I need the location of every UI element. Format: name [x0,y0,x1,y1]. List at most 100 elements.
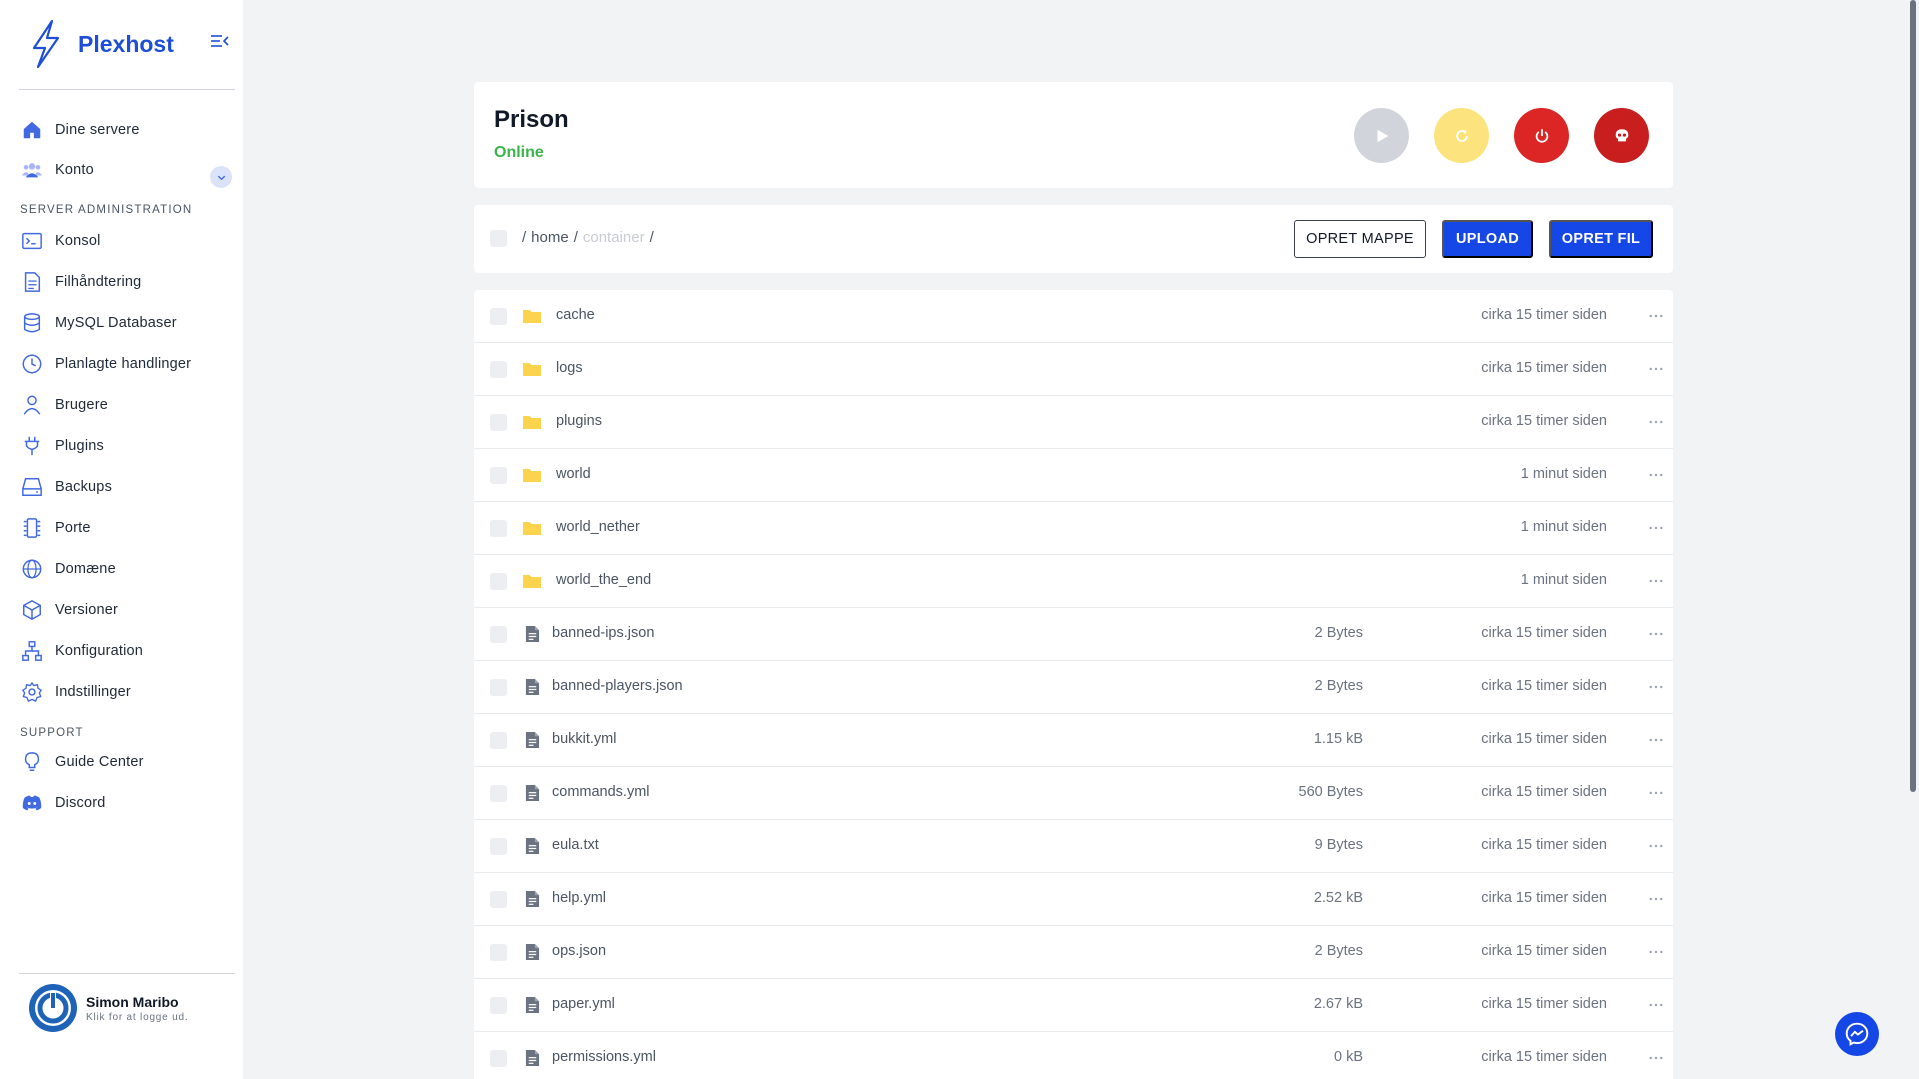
nav-item-versioner[interactable]: Versioner [20,594,235,626]
page-scrollbar-thumb[interactable] [1910,0,1916,792]
row-checkbox[interactable] [490,838,507,855]
row-checkbox[interactable] [490,1050,507,1067]
more-options-icon[interactable] [1646,467,1666,483]
row-checkbox[interactable] [490,997,507,1014]
file-size: 2.52 kB [1313,890,1363,906]
nav-item-discord[interactable]: Discord [20,787,235,819]
more-options-icon[interactable] [1646,891,1666,907]
file-name[interactable]: paper.yml [552,996,615,1012]
file-name[interactable]: banned-players.json [552,678,683,694]
start-server-button[interactable] [1354,108,1409,163]
more-options-icon[interactable] [1646,679,1666,695]
row-checkbox[interactable] [490,626,507,643]
messenger-chat-button[interactable] [1835,1012,1879,1056]
nav-label: Plugins [55,438,104,454]
file-row[interactable]: banned-ips.json 2 Bytes cirka 15 timer sid… [474,608,1673,661]
nav-item-guide-center[interactable]: Guide Center [20,746,235,778]
file-name[interactable]: eula.txt [552,837,599,853]
row-checkbox[interactable] [490,679,507,696]
file-row[interactable]: help.yml 2.52 kB cirka 15 timer siden [474,873,1673,926]
row-checkbox[interactable] [490,361,507,378]
file-row[interactable]: plugins cirka 15 timer siden [474,396,1673,449]
file-row[interactable]: bukkit.yml 1.15 kB cirka 15 timer siden [474,714,1673,767]
nav-item-mysql-databaser[interactable]: MySQL Databaser [20,307,235,339]
more-options-icon[interactable] [1646,626,1666,642]
file-name[interactable]: cache [556,307,595,323]
row-checkbox[interactable] [490,467,507,484]
file-name[interactable]: plugins [556,413,602,429]
nav-label: Konfiguration [55,643,144,659]
more-options-icon[interactable] [1646,838,1666,854]
file-row[interactable]: permissions.yml 0 kB cirka 15 timer siden [474,1032,1673,1079]
more-options-icon[interactable] [1646,944,1666,960]
more-options-icon[interactable] [1646,785,1666,801]
file-modified: cirka 15 timer siden [1481,996,1607,1012]
file-name[interactable]: world [556,466,591,482]
chevron-down-icon[interactable] [210,166,232,188]
file-row[interactable]: paper.yml 2.67 kB cirka 15 timer siden [474,979,1673,1032]
file-name[interactable]: banned-ips.json [552,625,654,641]
home-icon [20,118,44,142]
kill-server-button[interactable] [1594,108,1649,163]
select-all-checkbox[interactable] [490,230,507,247]
file-row[interactable]: world_nether 1 minut siden [474,502,1673,555]
row-checkbox[interactable] [490,891,507,908]
file-name[interactable]: ops.json [552,943,606,959]
row-checkbox[interactable] [490,785,507,802]
nav-item-dine-servere[interactable]: Dine servere [20,114,235,146]
nav-item-planlagte-handlinger[interactable]: Planlagte handlinger [20,348,235,380]
nav-item-porte[interactable]: Porte [20,512,235,544]
row-checkbox[interactable] [490,308,507,325]
file-name[interactable]: logs [556,360,583,376]
file-row[interactable]: banned-players.json 2 Bytes cirka 15 timer… [474,661,1673,714]
upload-button[interactable]: UPLOAD [1442,220,1533,258]
file-name[interactable]: world_nether [556,519,640,535]
breadcrumb-home[interactable]: home [531,229,569,246]
create-file-button[interactable]: OPRET FIL [1549,220,1653,258]
file-row[interactable]: cache cirka 15 timer siden [474,290,1673,343]
breadcrumb-container[interactable]: container [583,229,645,246]
file-row[interactable]: ops.json 2 Bytes cirka 15 timer siden [474,926,1673,979]
restart-server-button[interactable] [1434,108,1489,163]
stop-server-button[interactable] [1514,108,1569,163]
file-name[interactable]: permissions.yml [552,1049,656,1065]
create-folder-button[interactable]: OPRET MAPPE [1294,220,1426,258]
row-checkbox[interactable] [490,520,507,537]
file-name[interactable]: world_the_end [556,572,651,588]
file-row[interactable]: logs cirka 15 timer siden [474,343,1673,396]
nav-item-filhandtering[interactable]: Filhåndtering [20,266,235,298]
file-name[interactable]: bukkit.yml [552,731,616,747]
nav-label: Konto [55,162,94,178]
nav-item-plugins[interactable]: Plugins [20,430,235,462]
more-options-icon[interactable] [1646,1050,1666,1066]
more-options-icon[interactable] [1646,997,1666,1013]
user-profile-logout[interactable]: Simon Maribo Klik for at logge ud. [28,983,188,1033]
brand[interactable]: Plexhost [26,18,174,70]
nav-item-brugere[interactable]: Brugere [20,389,235,421]
row-checkbox[interactable] [490,944,507,961]
more-options-icon[interactable] [1646,361,1666,377]
nav-item-backups[interactable]: Backups [20,471,235,503]
file-row[interactable]: world 1 minut siden [474,449,1673,502]
file-size: 0 kB [1333,1049,1363,1065]
file-row[interactable]: world_the_end 1 minut siden [474,555,1673,608]
nav-item-indstillinger[interactable]: Indstillinger [20,676,235,708]
file-row[interactable]: commands.yml 560 Bytes cirka 15 timer side… [474,767,1673,820]
nav-item-konfiguration[interactable]: Konfiguration [20,635,235,667]
nav-item-domaene[interactable]: Domæne [20,553,235,585]
row-checkbox[interactable] [490,573,507,590]
file-name[interactable]: help.yml [552,890,606,906]
more-options-icon[interactable] [1646,308,1666,324]
more-options-icon[interactable] [1646,573,1666,589]
nav-item-konto[interactable]: Konto [20,154,235,186]
gear-icon [20,680,44,704]
row-checkbox[interactable] [490,414,507,431]
nav-item-konsol[interactable]: Konsol [20,225,235,257]
more-options-icon[interactable] [1646,732,1666,748]
file-name[interactable]: commands.yml [552,784,650,800]
more-options-icon[interactable] [1646,414,1666,430]
more-options-icon[interactable] [1646,520,1666,536]
file-row[interactable]: eula.txt 9 Bytes cirka 15 timer siden [474,820,1673,873]
collapse-sidebar-icon[interactable] [208,30,232,52]
row-checkbox[interactable] [490,732,507,749]
